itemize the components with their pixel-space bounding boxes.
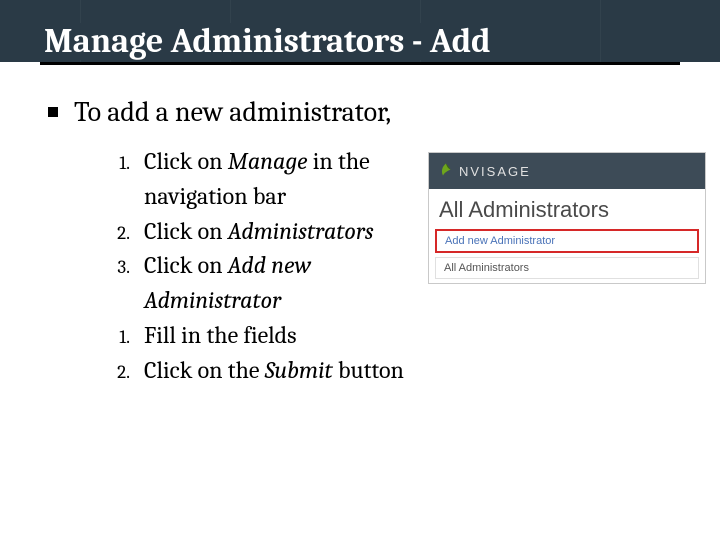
- step-item: 1. Fill in the fields: [110, 318, 428, 353]
- step-pre: Click on: [144, 217, 228, 245]
- slide-body: To add a new administrator, 1. Click on …: [0, 65, 720, 388]
- step-item: 2. Click on Administrators: [110, 214, 428, 249]
- slide-header: Manage Administrators - Add: [0, 0, 720, 62]
- slide-title: Manage Administrators - Add: [40, 23, 494, 60]
- step-number: 2.: [110, 220, 130, 248]
- step-text: Fill in the fields: [144, 318, 297, 353]
- step-pre: Fill in the fields: [144, 321, 297, 349]
- inset-app-header: NVISAGE: [429, 153, 705, 189]
- inset-heading: All Administrators: [429, 189, 705, 229]
- lead-text: To add a new administrator,: [74, 95, 391, 130]
- step-em: Administrators: [228, 217, 374, 245]
- lead-bullet-row: To add a new administrator,: [48, 95, 680, 130]
- step-post: button: [333, 356, 404, 384]
- step-text: Click on the Submit button: [144, 353, 404, 388]
- leaf-icon: [437, 162, 455, 180]
- step-number: 1.: [110, 150, 130, 178]
- step-pre: Click on: [144, 147, 228, 175]
- step-number: 2.: [110, 359, 130, 387]
- step-text: Click on Administrators: [144, 214, 374, 249]
- step-pre: Click on the: [144, 356, 265, 384]
- step-text: Click on Manage in the navigation bar: [144, 144, 428, 214]
- inset-add-link[interactable]: Add new Administrator: [435, 229, 699, 253]
- step-text: Click on Add new Administrator: [144, 248, 428, 318]
- step-item: 3. Click on Add new Administrator: [110, 248, 428, 318]
- square-bullet-icon: [48, 107, 58, 117]
- step-number: 1.: [110, 324, 130, 352]
- inset-all-link[interactable]: All Administrators: [435, 257, 699, 279]
- step-item: 1. Click on Manage in the navigation bar: [110, 144, 428, 214]
- step-em: Manage: [228, 147, 308, 175]
- step-number: 3.: [110, 254, 130, 282]
- inset-brand: NVISAGE: [459, 164, 531, 179]
- step-item: 2. Click on the Submit button: [110, 353, 428, 388]
- app-screenshot-inset: NVISAGE All Administrators Add new Admin…: [428, 152, 706, 284]
- steps-container: 1. Click on Manage in the navigation bar…: [48, 144, 680, 388]
- step-em: Submit: [265, 356, 333, 384]
- step-pre: Click on: [144, 251, 228, 279]
- steps-list: 1. Click on Manage in the navigation bar…: [48, 144, 428, 388]
